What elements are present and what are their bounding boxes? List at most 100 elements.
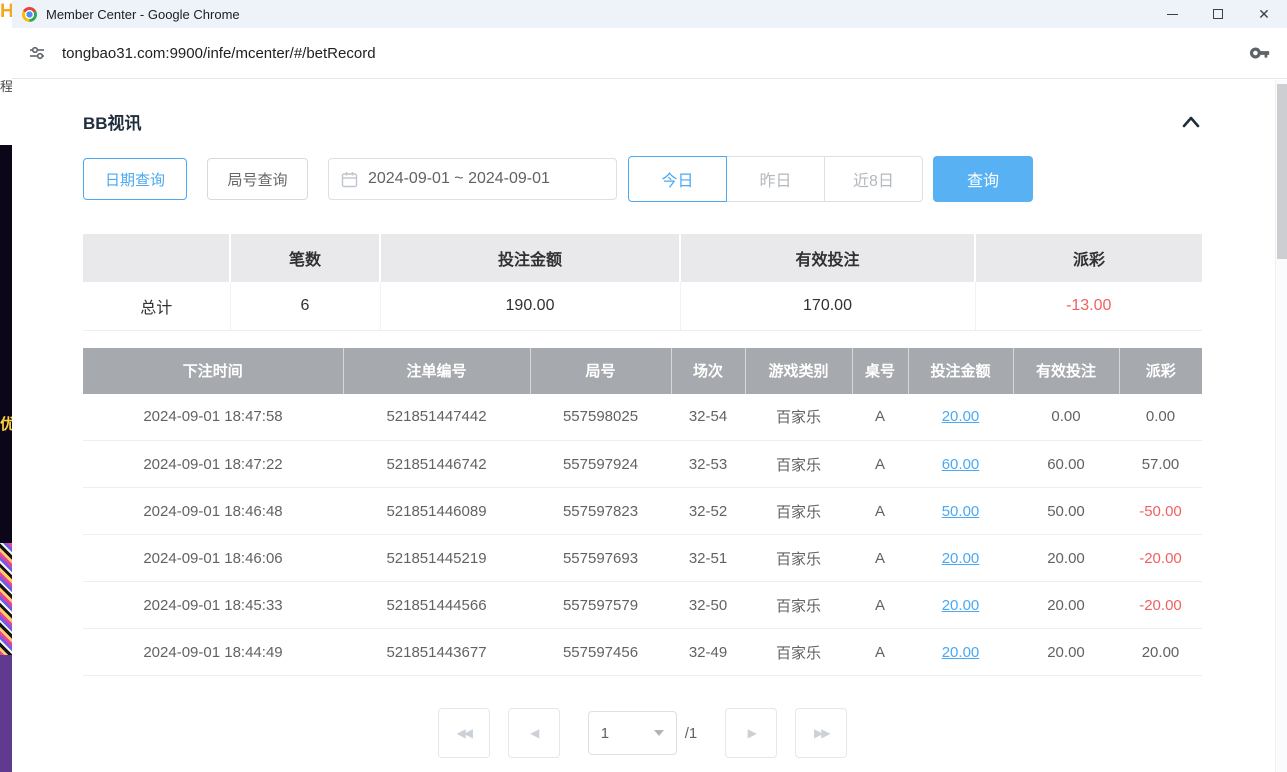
- bet-amount-link[interactable]: 20.00: [942, 597, 980, 614]
- cell-order-id: 521851443677: [343, 629, 530, 676]
- cell-payout: -20.00: [1119, 582, 1202, 629]
- bet-amount-link[interactable]: 20.00: [942, 644, 980, 661]
- table-row: 2024-09-01 18:46:48 521851446089 5575978…: [83, 488, 1202, 535]
- cell-bet-time: 2024-09-01 18:46:06: [83, 535, 343, 582]
- summary-total-row: 总计 6 190.00 170.00 -13.00: [83, 282, 1202, 330]
- cell-payout: 20.00: [1119, 629, 1202, 676]
- scrollbar-track[interactable]: [1275, 80, 1287, 772]
- filter-toolbar: 日期查询 局号查询 2024-09-01 ~ 2024-09-01 今日 昨日 …: [83, 156, 1202, 202]
- table-row: 2024-09-01 18:44:49 521851443677 5575974…: [83, 629, 1202, 676]
- summary-header-count: 笔数: [230, 234, 380, 282]
- today-button[interactable]: 今日: [628, 156, 727, 202]
- pagination: ◀◀ ◀ 1 /1 ▶ ▶▶: [83, 708, 1202, 758]
- page-select[interactable]: 1: [588, 711, 677, 755]
- chevron-right-icon: ▶: [748, 726, 755, 740]
- summary-header-valid: 有效投注: [680, 234, 975, 282]
- cell-table-no: A: [852, 629, 908, 676]
- panel-header: BB视讯: [83, 109, 1202, 134]
- cell-table-no: A: [852, 394, 908, 441]
- cell-valid-bet: 20.00: [1013, 629, 1119, 676]
- bet-amount-link[interactable]: 20.00: [942, 550, 980, 567]
- header-round-id: 局号: [530, 348, 671, 394]
- close-button[interactable]: ✕: [1241, 0, 1287, 28]
- cell-payout: 57.00: [1119, 441, 1202, 488]
- cell-valid-bet: 50.00: [1013, 488, 1119, 535]
- summary-payout-value: -13.00: [975, 282, 1202, 330]
- maximize-button[interactable]: [1195, 0, 1241, 28]
- site-settings-icon[interactable]: [27, 43, 47, 63]
- password-key-icon[interactable]: [1249, 42, 1271, 64]
- last-8-days-button[interactable]: 近8日: [824, 156, 923, 202]
- cell-table-no: A: [852, 582, 908, 629]
- bet-amount-link[interactable]: 20.00: [942, 408, 980, 425]
- bet-table-body: 2024-09-01 18:47:58 521851447442 5575980…: [83, 394, 1202, 676]
- background-text-fragment: 优: [0, 413, 12, 434]
- cell-game-type: 百家乐: [745, 488, 852, 535]
- date-range-input[interactable]: 2024-09-01 ~ 2024-09-01: [328, 158, 617, 200]
- cell-game-type: 百家乐: [745, 394, 852, 441]
- cell-round-id: 557597823: [530, 488, 671, 535]
- background-dark-area: 优: [0, 145, 12, 772]
- next-page-button[interactable]: ▶: [725, 708, 777, 758]
- cell-bet-amount: 20.00: [908, 629, 1013, 676]
- cell-round-id: 557597456: [530, 629, 671, 676]
- background-image-fragment: [0, 655, 12, 772]
- quick-range-button-group: 今日 昨日 近8日: [628, 156, 923, 202]
- cell-table-no: A: [852, 488, 908, 535]
- summary-bet-value: 190.00: [380, 282, 680, 330]
- cell-order-id: 521851446089: [343, 488, 530, 535]
- summary-valid-value: 170.00: [680, 282, 975, 330]
- cell-valid-bet: 20.00: [1013, 535, 1119, 582]
- cell-order-id: 521851446742: [343, 441, 530, 488]
- page-select-value: 1: [601, 725, 609, 742]
- date-query-tab-button[interactable]: 日期查询: [83, 158, 187, 200]
- cell-payout: 0.00: [1119, 394, 1202, 441]
- summary-header-payout: 派彩: [975, 234, 1202, 282]
- bet-amount-link[interactable]: 60.00: [942, 456, 980, 473]
- summary-count-value: 6: [230, 282, 380, 330]
- cell-round-id: 557597924: [530, 441, 671, 488]
- background-window-sliver: H 程 优: [0, 0, 12, 772]
- minimize-button[interactable]: [1149, 0, 1195, 28]
- cell-game-type: 百家乐: [745, 441, 852, 488]
- chevron-down-icon: [654, 730, 664, 736]
- window-titlebar: Member Center - Google Chrome ✕: [12, 0, 1287, 28]
- cell-session: 32-51: [671, 535, 745, 582]
- cell-bet-amount: 50.00: [908, 488, 1013, 535]
- summary-header-row: 笔数 投注金额 有效投注 派彩: [83, 234, 1202, 282]
- maximize-icon: [1213, 9, 1223, 19]
- search-button[interactable]: 查询: [933, 156, 1033, 202]
- cell-round-id: 557597693: [530, 535, 671, 582]
- cell-valid-bet: 60.00: [1013, 441, 1119, 488]
- window-title: Member Center - Google Chrome: [46, 7, 240, 22]
- round-query-tab-button[interactable]: 局号查询: [207, 158, 308, 200]
- url-text[interactable]: tongbao31.com:9900/infe/mcenter/#/betRec…: [62, 45, 376, 62]
- address-bar: tongbao31.com:9900/infe/mcenter/#/betRec…: [12, 28, 1287, 79]
- cell-session: 32-50: [671, 582, 745, 629]
- yesterday-button[interactable]: 昨日: [726, 156, 825, 202]
- prev-page-button[interactable]: ◀: [508, 708, 560, 758]
- cell-session: 32-49: [671, 629, 745, 676]
- page-total-label: /1: [685, 725, 698, 742]
- collapse-panel-button[interactable]: [1180, 114, 1202, 130]
- summary-header-bet: 投注金额: [380, 234, 680, 282]
- table-row: 2024-09-01 18:46:06 521851445219 5575976…: [83, 535, 1202, 582]
- summary-table: 笔数 投注金额 有效投注 派彩 总计 6 190.00 170.00 -13.0…: [83, 234, 1202, 331]
- chrome-logo-icon: [22, 7, 37, 22]
- cell-bet-amount: 20.00: [908, 582, 1013, 629]
- scrollbar-thumb[interactable]: [1277, 84, 1287, 259]
- cell-game-type: 百家乐: [745, 629, 852, 676]
- close-icon: ✕: [1258, 7, 1270, 21]
- cell-bet-time: 2024-09-01 18:46:48: [83, 488, 343, 535]
- first-page-button[interactable]: ◀◀: [438, 708, 490, 758]
- cell-bet-amount: 60.00: [908, 441, 1013, 488]
- last-page-button[interactable]: ▶▶: [795, 708, 847, 758]
- bet-record-page: BB视讯 日期查询 局号查询 2024-09-01 ~ 2024-09-01 今…: [12, 79, 1287, 772]
- window-controls: ✕: [1149, 0, 1287, 28]
- cell-bet-time: 2024-09-01 18:44:49: [83, 629, 343, 676]
- bet-record-table: 下注时间 注单编号 局号 场次 游戏类别 桌号 投注金额 有效投注 派彩 202…: [83, 348, 1202, 677]
- cell-round-id: 557597579: [530, 582, 671, 629]
- bet-amount-link[interactable]: 50.00: [942, 503, 980, 520]
- header-payout: 派彩: [1119, 348, 1202, 394]
- header-table-no: 桌号: [852, 348, 908, 394]
